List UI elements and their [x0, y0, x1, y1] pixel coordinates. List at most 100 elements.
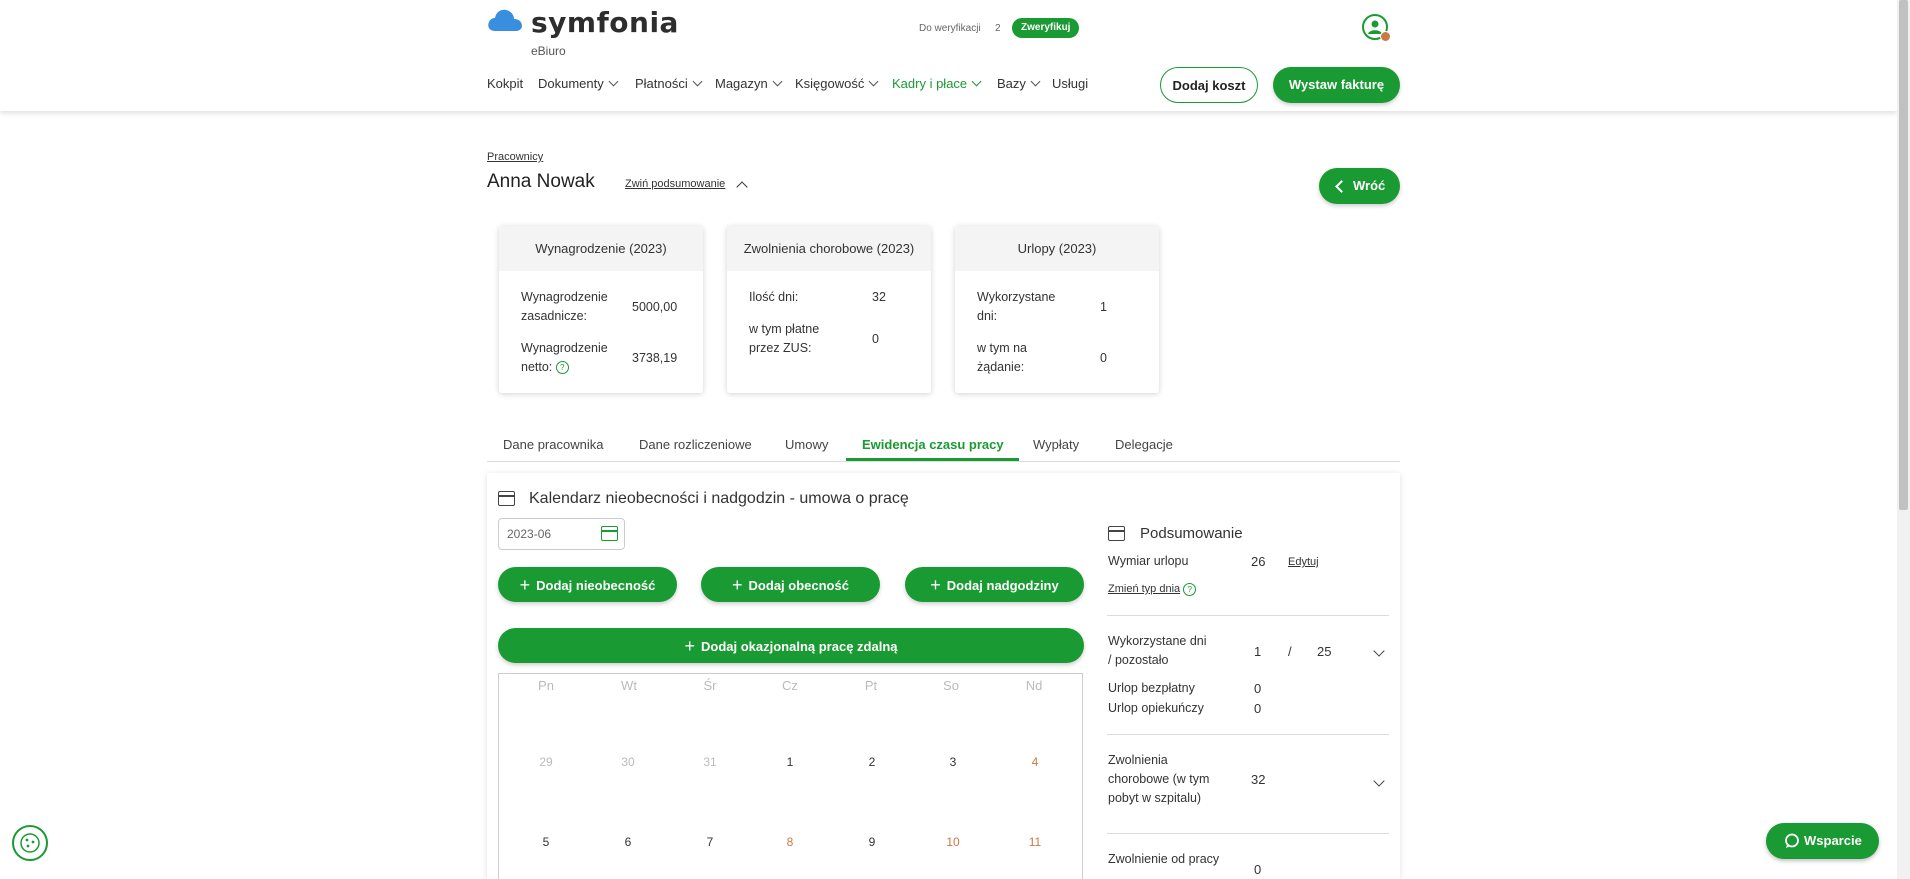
chevron-down-icon — [692, 76, 703, 87]
sick-leave-label: Zwolnienia chorobowe (w tym pobyt w szpi… — [1108, 753, 1210, 805]
breadcrumb-employees[interactable]: Pracownicy — [487, 151, 543, 163]
calendar-day[interactable]: 11 — [1015, 835, 1055, 849]
weekday-header: Wt — [621, 678, 637, 693]
used-remaining-label: Wykorzystane dni / pozostało — [1108, 634, 1207, 667]
add-overtime-button[interactable]: + Dodaj nadgodziny — [905, 567, 1084, 602]
summary-divider — [1107, 833, 1389, 834]
zus-paid-label: w tym płatne przez ZUS: — [749, 322, 820, 355]
card-title: Wynagrodzenie (2023) — [499, 226, 703, 271]
nav-dokumenty[interactable]: Dokumenty — [538, 76, 619, 91]
edit-link[interactable]: Edytuj — [1288, 553, 1319, 572]
net-salary-value: 3738,19 — [632, 351, 678, 365]
calendar-day[interactable]: 9 — [852, 835, 892, 849]
summary-title: Podsumowanie — [1140, 525, 1243, 542]
nav-magazyn[interactable]: Magazyn — [715, 76, 783, 91]
weekday-header: Nd — [1025, 678, 1043, 693]
plus-icon: + — [930, 575, 941, 595]
leave-dimension-label: Wymiar urlopu — [1108, 554, 1189, 568]
brand-logo-text[interactable]: symfonia — [531, 6, 679, 39]
help-icon[interactable]: ? — [555, 361, 569, 375]
chevron-down-icon — [1030, 76, 1041, 87]
chevron-up-icon[interactable] — [736, 181, 748, 193]
chevron-down-icon — [608, 76, 619, 87]
add-presence-button[interactable]: + Dodaj obecność — [701, 567, 880, 602]
nav-kokpit[interactable]: Kokpit — [487, 76, 523, 91]
calendar-day[interactable]: 8 — [770, 835, 810, 849]
summary-divider — [1107, 615, 1389, 616]
chevron-left-icon — [1335, 180, 1348, 193]
add-cost-button[interactable]: Dodaj koszt — [1160, 67, 1258, 103]
tab-time-records[interactable]: Ewidencja czasu pracy — [862, 437, 1004, 452]
base-salary-label: Wynagrodzenie zasadnicze: — [521, 290, 608, 323]
release-from-work-label: Zwolnienie od pracy — [1108, 852, 1220, 866]
card-title: Zwolnienia chorobowe (2023) — [727, 226, 931, 271]
weekday-header: So — [943, 678, 959, 693]
nav-uslugi[interactable]: Usługi — [1052, 76, 1088, 91]
user-status-dot — [1380, 31, 1391, 42]
slash-separator: / — [1288, 644, 1292, 659]
nav-platnosci[interactable]: Płatności — [635, 76, 703, 91]
chevron-down-icon — [772, 76, 783, 87]
weekday-header: Pn — [538, 678, 554, 693]
verification-count: 2 — [995, 23, 1001, 34]
used-days-value: 1 — [1254, 644, 1262, 659]
calendar-day[interactable]: 7 — [690, 835, 730, 849]
calendar-day[interactable]: 3 — [933, 755, 973, 769]
change-day-type-link[interactable]: Zmień typ dnia ? — [1108, 580, 1197, 599]
brand-subtitle: eBiuro — [531, 44, 566, 58]
calendar-day[interactable]: 1 — [770, 755, 810, 769]
summary-divider — [1107, 734, 1389, 735]
nav-kadry-i-place[interactable]: Kadry i płace — [892, 76, 982, 91]
calendar-icon — [498, 491, 515, 506]
used-days-label: Wykorzystane dni: — [977, 290, 1056, 323]
help-icon[interactable]: ? — [1183, 582, 1197, 596]
used-days-value: 1 — [1100, 300, 1107, 314]
verification-label: Do weryfikacji — [919, 23, 981, 34]
support-chat-button[interactable]: Wsparcie — [1766, 823, 1879, 859]
nav-ksiegowosc[interactable]: Księgowość — [795, 76, 879, 91]
issue-invoice-button[interactable]: Wystaw fakturę — [1273, 67, 1400, 103]
weekday-header: Cz — [782, 678, 798, 693]
calendar-day[interactable]: 5 — [526, 835, 566, 849]
card-title: Urlopy (2023) — [955, 226, 1159, 271]
tab-contracts[interactable]: Umowy — [785, 437, 828, 452]
unpaid-leave-value: 0 — [1254, 681, 1262, 696]
verify-button[interactable]: Zweryfikuj — [1012, 18, 1080, 38]
calendar-day[interactable]: 29 — [526, 755, 566, 769]
net-salary-label: Wynagrodzenie netto: ? — [521, 341, 608, 375]
calendar-day[interactable]: 30 — [608, 755, 648, 769]
calendar-day[interactable]: 31 — [690, 755, 730, 769]
active-tab-indicator — [846, 458, 1019, 461]
calendar-day[interactable]: 4 — [1015, 755, 1055, 769]
nav-bazy[interactable]: Bazy — [997, 76, 1041, 91]
calendar-day[interactable]: 2 — [852, 755, 892, 769]
calendar-picker-icon[interactable] — [601, 526, 618, 541]
cookie-settings-icon[interactable] — [12, 825, 48, 861]
scrollbar-thumb[interactable] — [1899, 0, 1908, 510]
chevron-down-icon — [971, 76, 982, 87]
weekday-header: Śr — [703, 678, 717, 693]
page-title: Anna Nowak — [487, 171, 595, 192]
month-picker-input[interactable]: 2023-06 — [498, 518, 625, 550]
collapse-summary-link[interactable]: Zwiń podsumowanie — [625, 178, 725, 190]
cloud-logo-icon[interactable] — [487, 8, 523, 32]
sick-days-value: 32 — [872, 290, 886, 304]
calendar-section-title: Kalendarz nieobecności i nadgodzin - umo… — [529, 490, 909, 507]
calendar-day[interactable]: 10 — [933, 835, 973, 849]
unpaid-leave-label: Urlop bezpłatny — [1108, 681, 1195, 695]
sick-days-label: Ilość dni: — [749, 290, 799, 304]
plus-icon: + — [732, 575, 743, 595]
salary-summary-card: Wynagrodzenie (2023) Wynagrodzenie zasad… — [499, 226, 703, 393]
tab-delegations[interactable]: Delegacje — [1115, 437, 1173, 452]
plus-icon: + — [519, 575, 531, 595]
vacation-summary-card: Urlopy (2023) Wykorzystane dni: 1 w tym … — [955, 226, 1159, 393]
tab-employee-data[interactable]: Dane pracownika — [503, 437, 603, 452]
tab-settlement-data[interactable]: Dane rozliczeniowe — [639, 437, 752, 452]
back-button[interactable]: Wróć — [1319, 168, 1400, 204]
on-demand-value: 0 — [1100, 351, 1107, 365]
calendar-day[interactable]: 6 — [608, 835, 648, 849]
weekday-header: Pt — [864, 678, 878, 693]
tab-payments[interactable]: Wypłaty — [1033, 437, 1079, 452]
add-remote-work-button[interactable]: + Dodaj okazjonalną pracę zdalną — [498, 628, 1084, 663]
add-absence-button[interactable]: + Dodaj nieobecność — [498, 567, 677, 602]
